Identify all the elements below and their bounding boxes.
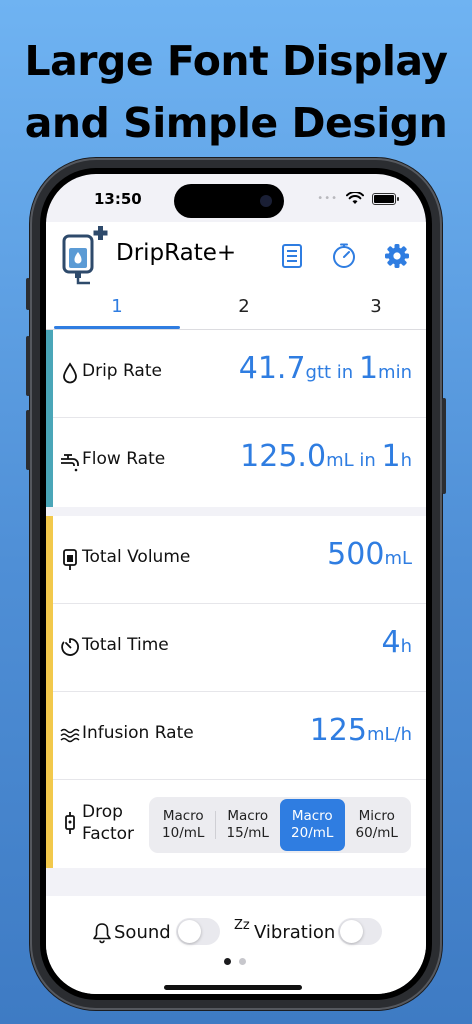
total-volume-value: 500mL [327,537,412,572]
app-toolbar: DripRate+ [46,222,426,290]
drop-factor-row: Drop Factor Macro 10/mL Macro 15/mL Macro 2… [53,780,426,868]
status-dots: ••• [317,193,338,204]
drop-factor-option-macro-20[interactable]: Macro 20/mL [280,799,345,851]
calc-group-bar [46,516,53,868]
drip-rate-label: Drip Rate [82,361,162,381]
sound-label: Sound [114,922,171,943]
battery-icon [372,192,399,205]
vibration-label: Vibration [254,922,336,943]
rates-group: Drip Rate 41.7gtt in 1min Flow Rate 125.… [46,330,426,507]
drip-rate-row[interactable]: Drip Rate 41.7gtt in 1min [53,330,426,418]
total-volume-label: Total Volume [82,547,191,567]
volume-down-button [26,410,30,470]
page-dot-1 [224,958,231,965]
mute-switch [26,278,30,310]
total-time-row[interactable]: Total Time 4h [53,604,426,692]
dynamic-island [174,184,284,218]
tab-1[interactable]: 1 [52,296,182,317]
headline-line-2: and Simple Design [24,99,448,147]
timer-icon [61,638,79,656]
camera-icon [260,195,272,207]
faucet-icon [61,454,79,472]
power-button [442,398,446,494]
list-icon[interactable] [278,242,306,270]
flow-rate-value: 125.0mL in 1h [240,439,412,474]
phone-frame: 13:50 ••• DripRate+ 1 2 3 Drip Rate 41.7… [26,158,446,1010]
drip-chamber-icon [65,812,75,834]
vibration-toggle[interactable] [338,918,382,945]
drip-rate-value: 41.7gtt in 1min [238,351,412,386]
drop-factor-segmented-control: Macro 10/mL Macro 15/mL Macro 20/mL Micro 60… [149,797,411,853]
status-indicators: ••• [317,192,399,205]
wifi-icon [346,192,364,204]
infusion-rate-value: 125mL/h [309,713,412,748]
drop-factor-label: Drop Factor [82,802,135,844]
app-logo-icon [62,226,108,285]
waves-icon [60,728,80,743]
total-time-label: Total Time [82,635,169,655]
infusion-rate-label: Infusion Rate [82,723,194,743]
drop-factor-option-micro-60[interactable]: Micro 60/mL [345,799,410,851]
stopwatch-icon[interactable] [330,242,358,270]
drop-factor-option-macro-10[interactable]: Macro 10/mL [151,799,216,851]
sound-toggle[interactable] [176,918,220,945]
home-indicator [164,985,302,990]
page-indicator[interactable] [224,958,246,965]
app-title: DripRate+ [116,240,237,266]
page-tabs: 1 2 3 [46,290,426,330]
tab-3[interactable]: 3 [311,296,426,317]
phone-bezel: 13:50 ••• DripRate+ 1 2 3 Drip Rate 41.7… [40,168,432,1000]
promo-headline: Large Font Display and Simple Design [0,30,472,154]
gear-icon[interactable] [383,242,411,270]
calc-group: Total Volume 500mL Total Time 4h Infusio… [46,516,426,868]
tab-indicator [54,326,180,329]
drop-icon [63,362,77,384]
bell-icon [93,923,111,944]
total-volume-row[interactable]: Total Volume 500mL [53,516,426,604]
screen: 13:50 ••• DripRate+ 1 2 3 Drip Rate 41.7… [46,174,426,994]
flow-rate-row[interactable]: Flow Rate 125.0mL in 1h [53,418,426,506]
infusion-rate-row[interactable]: Infusion Rate 125mL/h [53,692,426,780]
page-dot-2 [239,958,246,965]
total-time-value: 4h [381,625,412,660]
tab-2[interactable]: 2 [179,296,309,317]
flow-rate-label: Flow Rate [82,449,166,469]
volume-up-button [26,336,30,396]
drop-factor-option-macro-15[interactable]: Macro 15/mL [216,799,281,851]
iv-bag-icon [63,549,77,570]
bottom-settings-bar: Sound Zz Vibration [46,896,426,994]
headline-line-1: Large Font Display [24,37,448,85]
rates-group-bar [46,330,53,507]
zz-icon: Zz [234,918,250,933]
status-time: 13:50 [94,190,142,208]
